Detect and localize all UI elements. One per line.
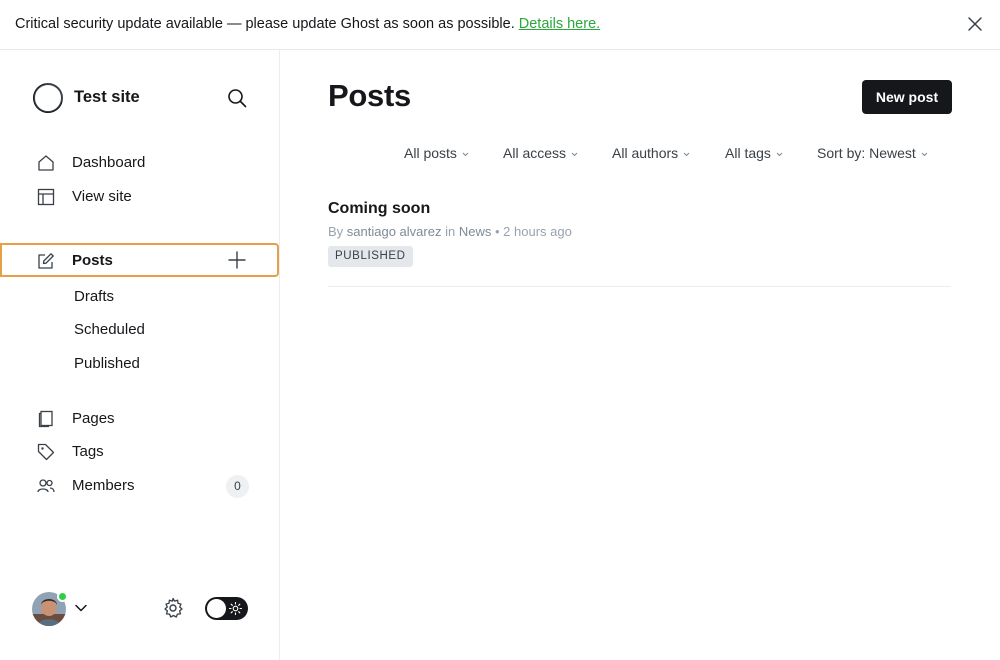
sidebar-item-label: Members xyxy=(72,477,135,494)
sidebar-item-label: Pages xyxy=(72,410,115,427)
theme-toggle[interactable] xyxy=(205,597,248,620)
new-post-button[interactable]: New post xyxy=(862,80,952,114)
user-avatar[interactable] xyxy=(32,591,68,626)
chevron-down-icon xyxy=(462,152,469,157)
sidebar-item-view-site[interactable]: View site xyxy=(0,180,279,214)
members-count-badge: 0 xyxy=(226,475,249,498)
sidebar: Test site Dashboard View site Posts Draf… xyxy=(0,50,280,660)
filter-label: Sort by: Newest xyxy=(817,145,916,161)
post-meta: By santiago alvarez in News • 2 hours ag… xyxy=(328,224,572,239)
sidebar-item-dashboard[interactable]: Dashboard xyxy=(0,146,279,180)
status-badge: PUBLISHED xyxy=(328,246,413,267)
banner-details-link[interactable]: Details here. xyxy=(519,16,600,32)
sun-icon xyxy=(228,601,243,616)
sidebar-subitem-scheduled[interactable]: Scheduled xyxy=(74,321,145,338)
sidebar-item-tags[interactable]: Tags xyxy=(0,435,279,469)
banner-text: Critical security update available — ple… xyxy=(15,16,600,32)
search-icon[interactable] xyxy=(226,87,248,109)
sidebar-subitem-published[interactable]: Published xyxy=(74,355,140,372)
post-tag: News xyxy=(458,224,492,239)
add-post-icon[interactable] xyxy=(228,251,246,269)
filter-label: All posts xyxy=(404,145,457,161)
home-icon xyxy=(37,154,55,172)
online-status-dot xyxy=(57,591,68,602)
filter-authors[interactable]: All authors xyxy=(612,145,690,161)
post-title[interactable]: Coming soon xyxy=(328,200,430,218)
filter-label: All authors xyxy=(612,145,679,161)
members-icon xyxy=(37,477,55,495)
layout-icon xyxy=(37,188,55,206)
sidebar-item-pages[interactable]: Pages xyxy=(0,402,279,436)
chevron-down-icon[interactable] xyxy=(74,601,88,615)
sidebar-item-members[interactable]: Members 0 xyxy=(0,469,279,503)
update-banner: Critical security update available — ple… xyxy=(0,0,1000,50)
toggle-knob xyxy=(207,599,226,618)
edit-icon xyxy=(37,252,55,270)
sidebar-item-label: Tags xyxy=(72,443,104,460)
post-meta-separator: • xyxy=(494,224,500,239)
close-icon[interactable] xyxy=(966,15,984,33)
filter-sort[interactable]: Sort by: Newest xyxy=(817,145,928,161)
post-in-label: in xyxy=(445,224,456,239)
gear-icon[interactable] xyxy=(162,597,184,619)
sidebar-item-label: Posts xyxy=(72,252,113,269)
chevron-down-icon xyxy=(683,152,690,157)
filter-label: All access xyxy=(503,145,567,161)
post-author: santiago alvarez xyxy=(346,224,442,239)
banner-message: Critical security update available — ple… xyxy=(15,16,515,32)
sidebar-subitem-drafts[interactable]: Drafts xyxy=(74,288,114,305)
sidebar-item-label: Dashboard xyxy=(72,154,146,171)
site-logo-icon[interactable] xyxy=(32,82,64,114)
sidebar-item-posts[interactable]: Posts xyxy=(0,243,279,277)
sidebar-item-label: View site xyxy=(72,188,132,205)
page-title: Posts xyxy=(328,78,411,113)
filter-type[interactable]: All posts xyxy=(404,145,469,161)
post-by-label: By xyxy=(328,224,344,239)
site-title[interactable]: Test site xyxy=(74,88,140,107)
tag-icon xyxy=(37,443,55,461)
chevron-down-icon xyxy=(776,152,783,157)
chevron-down-icon xyxy=(921,152,928,157)
post-time: 2 hours ago xyxy=(503,224,572,239)
filter-label: All tags xyxy=(725,145,771,161)
filter-tags[interactable]: All tags xyxy=(725,145,783,161)
chevron-down-icon xyxy=(571,152,578,157)
filter-access[interactable]: All access xyxy=(503,145,578,161)
page-icon xyxy=(37,410,55,428)
post-list-item[interactable]: Coming soon By santiago alvarez in News … xyxy=(328,192,951,287)
